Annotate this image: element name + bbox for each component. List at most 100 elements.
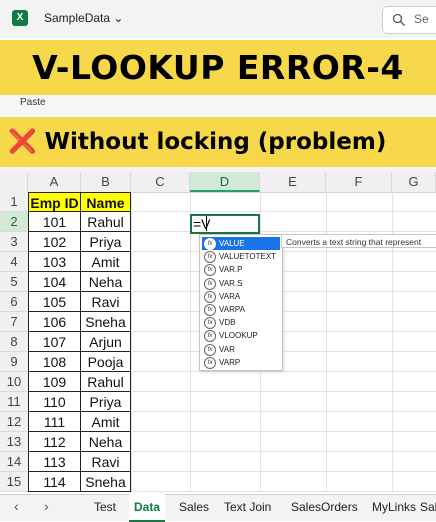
excel-app-icon: X: [12, 10, 28, 26]
autocomplete-item[interactable]: fx VALUETOTEXT: [202, 250, 280, 264]
scroll-left-icon[interactable]: ‹: [14, 498, 19, 514]
cell-name[interactable]: Neha: [81, 272, 131, 292]
column-header-f[interactable]: F: [326, 172, 392, 192]
autocomplete-item[interactable]: fx VAR.P: [202, 263, 280, 277]
function-icon: fx: [204, 356, 216, 369]
cell-name[interactable]: Sneha: [81, 312, 131, 332]
ribbon: [0, 95, 436, 117]
row-header-2[interactable]: 2: [0, 212, 28, 232]
text-cursor: [206, 216, 207, 231]
formula-autocomplete: fx VALUE fx VALUETOTEXT fx VAR.P fx VAR.S fx VARA…: [199, 234, 283, 371]
autocomplete-item[interactable]: fx VDB: [202, 316, 280, 330]
sheet-tab-sales[interactable]: Sales: [420, 494, 436, 520]
cell-name[interactable]: Rahul: [81, 212, 131, 232]
cell-emp-id[interactable]: 112: [28, 432, 81, 452]
cell-emp-id[interactable]: 109: [28, 372, 81, 392]
cell-name[interactable]: Ravi: [81, 292, 131, 312]
gridline: [190, 192, 191, 492]
sheet-tab-test[interactable]: Test: [94, 494, 116, 520]
function-name: VALUE: [219, 239, 245, 248]
search-icon: [392, 13, 405, 26]
cell-name[interactable]: Sneha: [81, 472, 131, 492]
autocomplete-item[interactable]: fx VARPA: [202, 303, 280, 316]
function-icon: fx: [204, 277, 216, 290]
row-header-4[interactable]: 4: [0, 252, 28, 272]
autocomplete-item[interactable]: fx VARA: [202, 290, 280, 303]
row-header-5[interactable]: 5: [0, 272, 28, 292]
paste-button[interactable]: Paste: [20, 97, 46, 108]
autocomplete-item[interactable]: fx VAR.S: [202, 277, 280, 290]
row-header-3[interactable]: 3: [0, 232, 28, 252]
row-header-9[interactable]: 9: [0, 352, 28, 372]
cell-emp-id[interactable]: 102: [28, 232, 81, 252]
cell-name[interactable]: Priya: [81, 392, 131, 412]
function-icon: fx: [204, 343, 216, 356]
cell-emp-id[interactable]: 110: [28, 392, 81, 412]
cell-emp-id[interactable]: 114: [28, 472, 81, 492]
cell-emp-id[interactable]: 105: [28, 292, 81, 312]
title-banner: V-LOOKUP ERROR-4: [0, 40, 436, 95]
header-name[interactable]: Name: [81, 192, 131, 212]
autocomplete-item[interactable]: fx VLOOKUP: [202, 329, 280, 343]
row-header-14[interactable]: 14: [0, 452, 28, 472]
cell-emp-id[interactable]: 113: [28, 452, 81, 472]
column-header-c[interactable]: C: [131, 172, 190, 192]
scroll-right-icon[interactable]: ›: [44, 498, 49, 514]
function-icon: fx: [204, 251, 216, 264]
row-header-11[interactable]: 11: [0, 392, 28, 412]
sheet-tab-text-join[interactable]: Text Join: [224, 494, 271, 520]
autocomplete-item[interactable]: fx VARP: [202, 356, 280, 369]
cell-name[interactable]: Amit: [81, 252, 131, 272]
sheet-tab-salesorders[interactable]: SalesOrders: [291, 494, 358, 520]
cell-emp-id[interactable]: 103: [28, 252, 81, 272]
function-name: VDB: [219, 318, 236, 328]
cell-name[interactable]: Arjun: [81, 332, 131, 352]
cell-name[interactable]: Rahul: [81, 372, 131, 392]
function-name: VAR.S: [219, 278, 243, 288]
cell-name[interactable]: Neha: [81, 432, 131, 452]
sheet-tab-sales[interactable]: Sales: [179, 494, 209, 520]
column-header-g[interactable]: G: [392, 172, 436, 192]
file-name-dropdown[interactable]: SampleData ⌄: [44, 11, 123, 25]
function-tooltip: Converts a text string that represent: [281, 234, 436, 248]
column-header-e[interactable]: E: [260, 172, 326, 192]
cell-name[interactable]: Ravi: [81, 452, 131, 472]
row-header-8[interactable]: 8: [0, 332, 28, 352]
function-name: VAR.P: [219, 265, 243, 275]
chevron-down-icon: ⌄: [113, 11, 124, 25]
cell-emp-id[interactable]: 106: [28, 312, 81, 332]
column-header-d[interactable]: D: [190, 172, 260, 192]
cell-emp-id[interactable]: 108: [28, 352, 81, 372]
cell-emp-id[interactable]: 107: [28, 332, 81, 352]
cell-emp-id[interactable]: 111: [28, 412, 81, 432]
cell-emp-id[interactable]: 104: [28, 272, 81, 292]
gridline: [131, 192, 132, 492]
function-name: VARPA: [219, 305, 245, 314]
select-all-corner[interactable]: [0, 172, 28, 192]
function-name: VAR: [219, 344, 235, 354]
search-label: Se: [414, 12, 429, 26]
cell-name[interactable]: Amit: [81, 412, 131, 432]
cell-name[interactable]: Priya: [81, 232, 131, 252]
row-header-12[interactable]: 12: [0, 412, 28, 432]
formula-input[interactable]: =V: [193, 216, 211, 232]
column-header-b[interactable]: B: [81, 172, 131, 192]
row-header-1[interactable]: 1: [0, 192, 28, 212]
sheet-tab-data[interactable]: Data: [129, 494, 166, 522]
file-name-label: SampleData: [44, 11, 111, 25]
autocomplete-item[interactable]: fx VAR: [202, 343, 280, 356]
cell-emp-id[interactable]: 101: [28, 212, 81, 232]
row-header-15[interactable]: 15: [0, 472, 28, 492]
row-header-6[interactable]: 6: [0, 292, 28, 312]
cell-name[interactable]: Pooja: [81, 352, 131, 372]
column-header-bar: A B C D E F G: [0, 172, 436, 193]
cross-mark-icon: ❌: [8, 129, 37, 155]
row-header-13[interactable]: 13: [0, 432, 28, 452]
function-icon: fx: [204, 290, 216, 303]
column-header-a[interactable]: A: [28, 172, 81, 192]
row-header-10[interactable]: 10: [0, 372, 28, 392]
header-emp-id[interactable]: Emp ID: [28, 192, 81, 212]
sheet-tab-mylinks[interactable]: MyLinks: [372, 494, 416, 520]
row-header-7[interactable]: 7: [0, 312, 28, 332]
autocomplete-item[interactable]: fx VALUE: [202, 237, 280, 250]
